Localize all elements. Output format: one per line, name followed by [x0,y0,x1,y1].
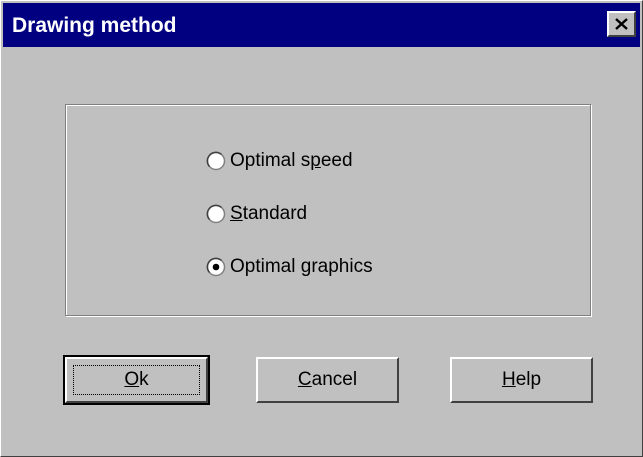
radio-standard[interactable]: Standard [206,201,307,227]
radio-button-icon[interactable] [206,204,226,224]
help-button-label: Help [501,369,542,390]
window-title: Drawing method [12,14,177,37]
focus-rectangle [73,365,200,395]
radio-label-optimal-speed: Optimal speed [230,150,353,171]
cancel-button-label: Cancel [297,369,358,390]
radio-label-optimal-graphics: Optimal graphics [230,256,373,277]
cancel-button[interactable]: Cancel [256,357,399,403]
radio-optimal-speed[interactable]: Optimal speed [206,148,353,174]
radio-button-selected-icon[interactable] [206,257,226,277]
close-icon [615,18,628,30]
radio-label-standard: Standard [230,203,308,224]
radio-optimal-graphics[interactable]: Optimal graphics [206,254,373,280]
title-bar[interactable]: Drawing method [3,3,640,47]
radio-button-icon[interactable] [206,151,226,171]
drawing-method-dialog: Drawing method Optimal speed Standard Op… [0,0,643,457]
help-button[interactable]: Help [450,357,593,403]
drawing-method-group [65,104,591,316]
close-button[interactable] [607,11,636,37]
ok-button[interactable]: Ok [63,355,210,405]
